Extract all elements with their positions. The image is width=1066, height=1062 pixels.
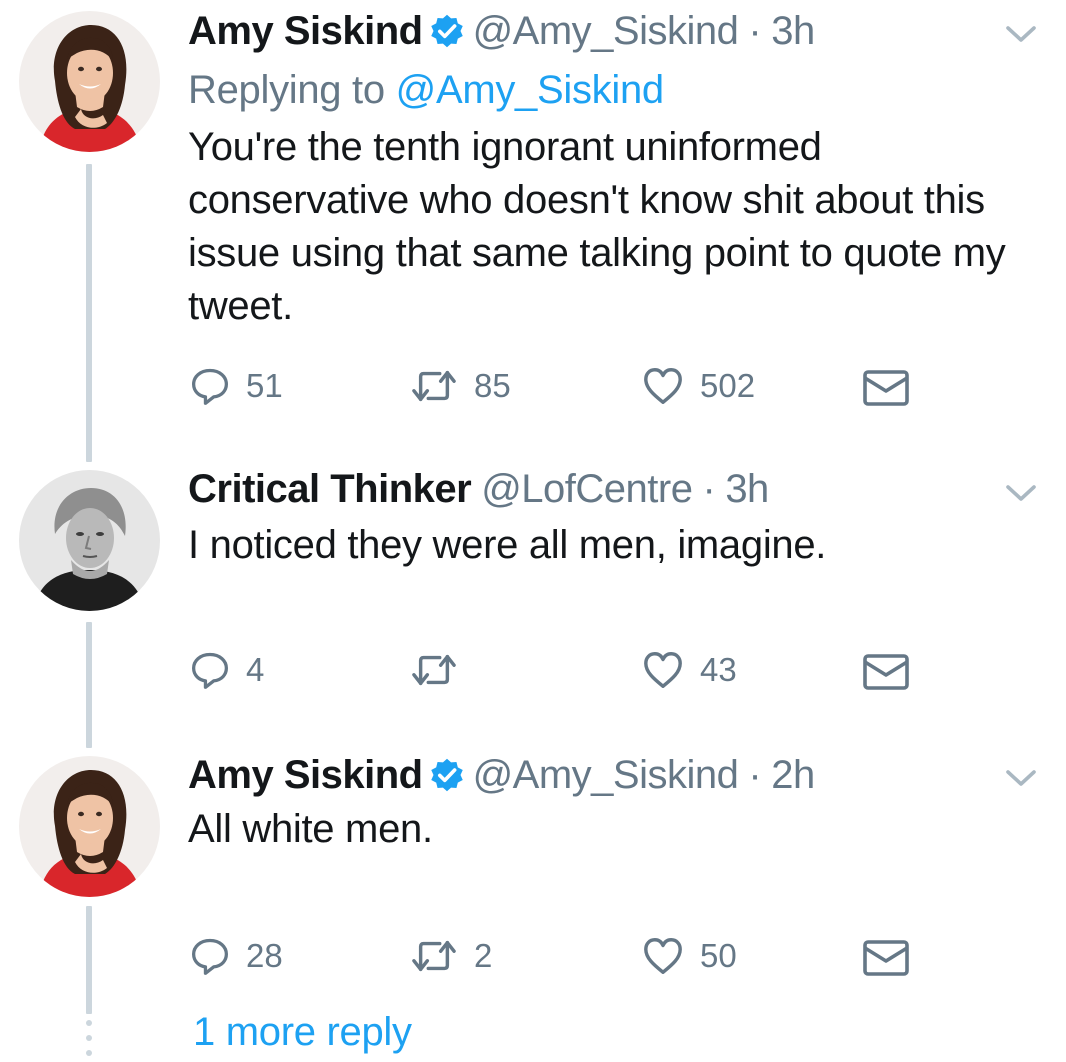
- reply-icon: [190, 366, 230, 406]
- retweet-icon: [410, 365, 458, 407]
- thread-line: [86, 622, 92, 748]
- separator: ·: [748, 8, 762, 53]
- retweet-button[interactable]: 2: [410, 934, 492, 978]
- thread-line: [86, 164, 92, 462]
- thread-line: [86, 906, 92, 1014]
- user-handle[interactable]: @Amy_Siskind: [473, 9, 739, 54]
- replying-to-mention[interactable]: @Amy_Siskind: [396, 68, 665, 112]
- reply-count: 51: [246, 367, 283, 404]
- retweet-icon: [410, 649, 458, 691]
- more-replies-link[interactable]: 1 more reply: [193, 1010, 412, 1055]
- like-button[interactable]: 50: [642, 934, 737, 978]
- direct-message-icon: [862, 938, 910, 978]
- reply-button[interactable]: 51: [190, 364, 283, 408]
- separator: ·: [702, 466, 716, 511]
- timestamp[interactable]: 3h: [725, 467, 769, 512]
- like-button[interactable]: 43: [642, 648, 737, 692]
- direct-message-icon: [862, 368, 910, 408]
- display-name[interactable]: Critical Thinker: [188, 467, 472, 512]
- retweet-count: 2: [474, 937, 493, 974]
- tweet-text: All white men.: [188, 807, 433, 851]
- avatar[interactable]: [19, 756, 160, 897]
- replying-to: Replying to @Amy_Siskind: [188, 68, 664, 113]
- like-icon: [642, 365, 684, 407]
- user-handle[interactable]: @Amy_Siskind: [473, 753, 739, 798]
- tweet-header: Critical Thinker @LofCentre · 3h: [188, 464, 769, 514]
- reply-count: 4: [246, 651, 265, 688]
- chevron-down-icon[interactable]: [1004, 23, 1038, 45]
- thread-dots[interactable]: [85, 1020, 93, 1056]
- direct-message-button[interactable]: [862, 366, 910, 410]
- user-handle[interactable]: @LofCentre: [481, 467, 693, 512]
- like-count: 50: [700, 937, 737, 974]
- direct-message-icon: [862, 652, 910, 692]
- timestamp[interactable]: 3h: [771, 9, 815, 54]
- tweet-header: Amy Siskind @Amy_Siskind · 2h: [188, 750, 815, 800]
- like-count: 43: [700, 651, 737, 688]
- like-count: 502: [700, 367, 756, 404]
- retweet-count: 85: [474, 367, 511, 404]
- like-icon: [642, 935, 684, 977]
- retweet-button[interactable]: [410, 648, 474, 692]
- reply-icon: [190, 650, 230, 690]
- tweet-header: Amy Siskind @Amy_Siskind · 3h: [188, 6, 815, 56]
- reply-button[interactable]: 28: [190, 934, 283, 978]
- verified-badge-icon: [429, 13, 465, 49]
- tweet-text: I noticed they were all men, imagine.: [188, 523, 827, 567]
- reply-count: 28: [246, 937, 283, 974]
- avatar[interactable]: [19, 11, 160, 152]
- reply-button[interactable]: 4: [190, 648, 264, 692]
- avatar[interactable]: [19, 470, 160, 611]
- display-name[interactable]: Amy Siskind: [188, 753, 423, 798]
- display-name[interactable]: Amy Siskind: [188, 9, 423, 54]
- reply-icon: [190, 936, 230, 976]
- like-icon: [642, 649, 684, 691]
- retweet-button[interactable]: 85: [410, 364, 511, 408]
- retweet-icon: [410, 935, 458, 977]
- verified-badge-icon: [429, 757, 465, 793]
- direct-message-button[interactable]: [862, 936, 910, 980]
- replying-to-prefix: Replying to: [188, 68, 385, 112]
- like-button[interactable]: 502: [642, 364, 755, 408]
- tweet-text: You're the tenth ignorant uninformed con…: [188, 125, 1006, 328]
- timestamp[interactable]: 2h: [771, 753, 815, 798]
- chevron-down-icon[interactable]: [1004, 482, 1038, 504]
- separator: ·: [748, 752, 762, 797]
- direct-message-button[interactable]: [862, 650, 910, 694]
- chevron-down-icon[interactable]: [1004, 767, 1038, 789]
